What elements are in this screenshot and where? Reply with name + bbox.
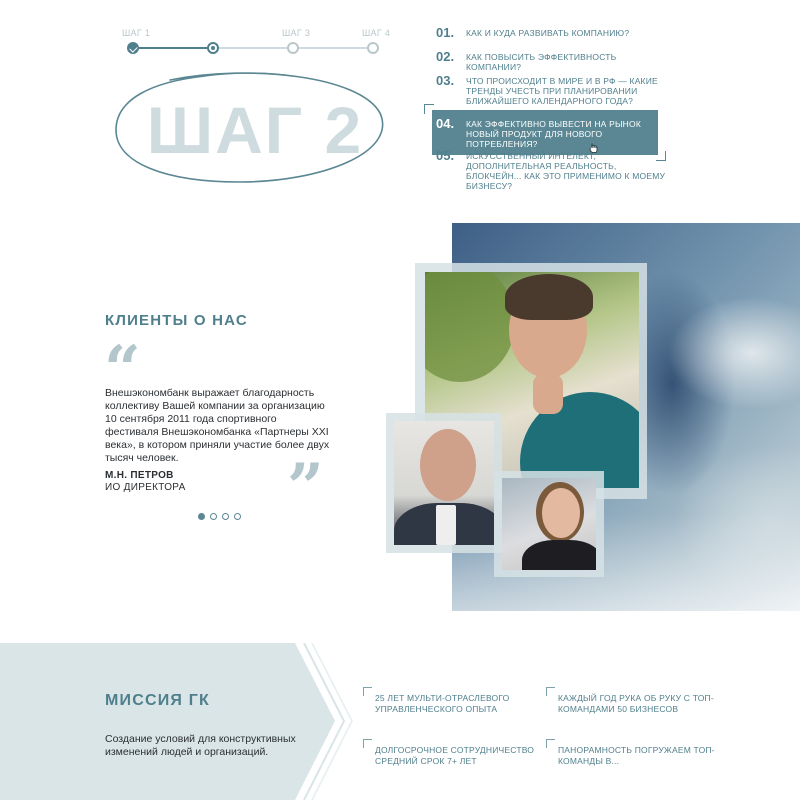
feature-item: ПАНОРАМНОСТЬ ПОГРУЖАЕМ ТОП-КОМАНДЫ В...	[546, 739, 718, 766]
question-number: 04.	[436, 116, 455, 131]
question-number: 03.	[436, 73, 455, 88]
feature-item: 25 ЛЕТ МУЛЬТИ-ОТРАСЛЕВОГО УПРАВЛЕНЧЕСКОГ…	[363, 687, 535, 714]
question-text: ИСКУССТВЕННЫЙ ИНТЕЛЕКТ, ДОПОЛНИТЕЛЬНАЯ Р…	[466, 151, 666, 191]
step-3-dot[interactable]	[287, 42, 299, 54]
carousel-dot-4[interactable]	[234, 513, 241, 520]
step-2-current-dot[interactable]	[207, 42, 219, 54]
client-photo-girl-on-phone	[502, 478, 596, 570]
feature-text: КАЖДЫЙ ГОД РУКА ОБ РУКУ С ТОП-КОМАНДАМИ …	[558, 693, 714, 714]
question-text: КАК ЭФФЕКТИВНО ВЫВЕСТИ НА РЫНОК НОВЫЙ ПР…	[466, 119, 641, 149]
step-title: ШАГ 2	[146, 93, 364, 167]
feature-text: ДОЛГОСРОЧНОЕ СОТРУДНИЧЕСТВО СРЕДНИЙ СРОК…	[375, 745, 535, 766]
carousel-pagination	[198, 513, 241, 520]
client-photo-man	[394, 421, 494, 545]
bracket-corner-icon	[424, 104, 434, 114]
question-item-1[interactable]: 01. КАК И КУДА РАЗВИВАТЬ КОМПАНИЮ?	[436, 26, 666, 40]
mission-text: Создание условий для конструктивных изме…	[105, 733, 296, 758]
question-text: ЧТО ПРОИСХОДИТ В МИРЕ И В РФ — КАКИЕ ТРЕ…	[466, 76, 658, 106]
clients-section-title: КЛИЕНТЫ О НАС	[105, 312, 248, 329]
testimonial-author-name: М.Н. ПЕТРОВ	[105, 470, 174, 481]
question-number: 02.	[436, 49, 455, 64]
question-number: 01.	[436, 25, 455, 40]
carousel-dot-2[interactable]	[210, 513, 217, 520]
testimonial-author-role: ИО ДИРЕКТОРА	[105, 482, 186, 493]
mission-band-arrow	[0, 643, 353, 800]
step-3-label: ШАГ 3	[282, 28, 311, 38]
carousel-dot-1[interactable]	[198, 513, 205, 520]
feature-text: 25 ЛЕТ МУЛЬТИ-ОТРАСЛЕВОГО УПРАВЛЕНЧЕСКОГ…	[375, 693, 510, 714]
stepper-line-done	[132, 47, 214, 49]
question-item-5[interactable]: 05. ИСКУССТВЕННЫЙ ИНТЕЛЕКТ, ДОПОЛНИТЕЛЬН…	[436, 148, 666, 192]
step-1-check-icon[interactable]	[127, 42, 139, 54]
question-number: 05.	[436, 148, 455, 163]
feature-item: ДОЛГОСРОЧНОЕ СОТРУДНИЧЕСТВО СРЕДНИЙ СРОК…	[363, 739, 535, 766]
feature-item: КАЖДЫЙ ГОД РУКА ОБ РУКУ С ТОП-КОМАНДАМИ …	[546, 687, 718, 714]
step-4-label: ШАГ 4	[362, 28, 391, 38]
progress-stepper: ШАГ 1 ШАГ 3 ШАГ 4	[118, 22, 391, 62]
corner-bracket-icon	[363, 739, 372, 748]
corner-bracket-icon	[546, 739, 555, 748]
quote-close-icon: ”	[287, 450, 324, 525]
mission-title: МИССИЯ ГК	[105, 692, 211, 709]
question-item-2[interactable]: 02. КАК ПОВЫСИТЬ ЭФФЕКТИВНОСТЬ КОМПАНИИ?	[436, 49, 666, 73]
corner-bracket-icon	[363, 687, 372, 696]
question-text: КАК И КУДА РАЗВИВАТЬ КОМПАНИЮ?	[466, 28, 630, 38]
question-item-3[interactable]: 03. ЧТО ПРОИСХОДИТ В МИРЕ И В РФ — КАКИЕ…	[436, 73, 666, 107]
corner-bracket-icon	[546, 687, 555, 696]
carousel-dot-3[interactable]	[222, 513, 229, 520]
feature-text: ПАНОРАМНОСТЬ ПОГРУЖАЕМ ТОП-КОМАНДЫ В...	[558, 745, 715, 766]
question-text: КАК ПОВЫСИТЬ ЭФФЕКТИВНОСТЬ КОМПАНИИ?	[466, 52, 617, 72]
step-4-dot[interactable]	[367, 42, 379, 54]
step-1-label: ШАГ 1	[122, 28, 151, 38]
